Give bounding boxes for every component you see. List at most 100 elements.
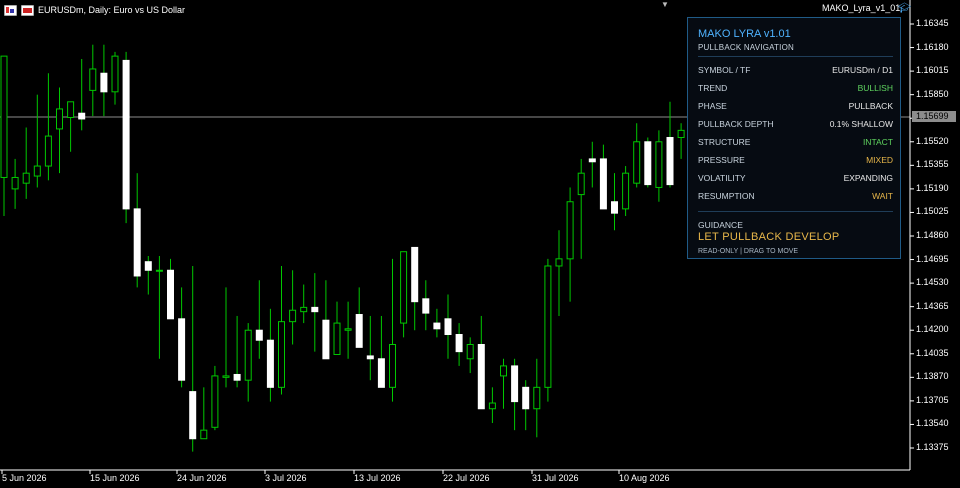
candle — [200, 387, 208, 440]
candle-body — [599, 158, 607, 210]
price-tick-label: 1.16345 — [916, 18, 949, 28]
candle-body — [222, 375, 230, 378]
price-tick-label: 1.15190 — [916, 182, 949, 193]
price-tick-label: 1.16180 — [916, 41, 949, 52]
date-tick-label: 5 Jun 2026 — [2, 473, 47, 483]
price-tick-label: 1.14860 — [916, 230, 949, 240]
panel-subtitle: PULLBACK NAVIGATION — [698, 43, 794, 52]
price-tick-label: 1.13540 — [916, 418, 949, 429]
candle-body — [189, 391, 197, 440]
candle — [455, 323, 463, 366]
candle-body — [411, 246, 419, 303]
candle-body — [622, 172, 630, 210]
candle-body — [422, 298, 430, 314]
row-structure: STRUCTURE INTACT — [698, 137, 893, 151]
price-tick-label: 1.14695 — [916, 253, 949, 264]
flag-icon — [4, 4, 17, 16]
candle — [44, 73, 52, 181]
candle-body — [266, 339, 274, 388]
candle — [22, 127, 30, 199]
flag-icon — [21, 4, 34, 16]
candle — [155, 255, 163, 359]
row-value: EXPANDING — [843, 173, 893, 183]
candle-body — [544, 265, 552, 388]
candle-body — [289, 309, 297, 323]
candle-body — [466, 343, 474, 360]
row-value: PULLBACK — [848, 101, 893, 111]
price-tick-label: 1.14200 — [916, 324, 949, 335]
candle — [433, 308, 441, 338]
candle-body — [644, 141, 652, 186]
candle-body — [78, 112, 86, 120]
candle-body — [588, 158, 596, 163]
candle — [178, 287, 186, 388]
date-tick-label: 24 Jun 2026 — [177, 473, 227, 483]
candle-body — [522, 386, 530, 410]
candle — [411, 246, 419, 331]
row-value: WAIT — [872, 191, 893, 201]
candle — [244, 323, 252, 402]
candle — [533, 358, 541, 438]
candle-body — [255, 329, 263, 341]
expert-advisor-name[interactable]: MAKO_Lyra_v1_01 — [822, 3, 900, 13]
candle — [644, 137, 652, 188]
guidance-label: GUIDANCE — [698, 220, 743, 230]
candle-body — [0, 55, 8, 178]
candle-body — [389, 343, 396, 388]
price-tick-label: 1.14365 — [916, 300, 949, 311]
candle — [311, 273, 319, 352]
date-tick-label: 13 Jul 2026 — [354, 473, 401, 483]
candle — [189, 265, 197, 452]
price-tick-label: 1.13375 — [916, 442, 949, 452]
candle — [333, 301, 341, 355]
candle-body — [155, 269, 163, 272]
candle-body — [611, 201, 618, 214]
candle — [344, 301, 352, 359]
candle — [78, 58, 86, 131]
guidance-value: LET PULLBACK DEVELOP — [698, 231, 840, 243]
candle-body — [300, 306, 308, 313]
candle-body — [33, 165, 41, 177]
row-phase: PHASE PULLBACK — [698, 101, 893, 115]
row-key: STRUCTURE — [698, 137, 751, 147]
mako-lyra-panel[interactable]: MAKO LYRA v1.01 PULLBACK NAVIGATION SYMB… — [687, 17, 901, 259]
candle-body — [655, 141, 663, 188]
candle — [488, 387, 496, 424]
candle-body — [211, 375, 219, 428]
row-trend: TREND BULLISH — [698, 83, 893, 97]
row-resumption: RESUMPTION WAIT — [698, 191, 893, 205]
price-tick-label: 1.13870 — [916, 371, 949, 382]
row-key: VOLATILITY — [698, 173, 746, 183]
date-tick-label: 15 Jun 2026 — [90, 473, 140, 483]
candle — [622, 166, 630, 217]
date-tick-label: 22 Jul 2026 — [443, 473, 490, 483]
candle — [666, 101, 674, 188]
candle — [466, 337, 474, 374]
candle — [511, 358, 519, 431]
candle-body — [200, 429, 208, 440]
candle — [588, 141, 596, 188]
candle — [611, 173, 618, 231]
candle — [577, 158, 585, 259]
candle-body — [344, 328, 352, 331]
row-value: BULLISH — [857, 83, 893, 93]
chart-header: EURUSDm, Daily: Euro vs US Dollar — [4, 3, 185, 17]
candle-body — [167, 269, 174, 320]
panel-footer: READ-ONLY | DRAG TO MOVE — [698, 248, 799, 255]
price-tick-label: 1.15355 — [916, 159, 949, 170]
graduation-cap-icon: 🎓︎ — [898, 3, 911, 14]
candle-body — [355, 314, 363, 348]
date-tick-label: 10 Aug 2026 — [619, 473, 670, 483]
candle-body — [44, 135, 52, 167]
row-key: PRESSURE — [698, 155, 745, 165]
candle-body — [511, 365, 519, 403]
row-symbol-tf: SYMBOL / TF EURUSDm / D1 — [698, 65, 893, 79]
candle — [289, 270, 297, 345]
candle — [222, 287, 230, 388]
price-tick-label: 1.14530 — [916, 277, 949, 288]
row-value: INTACT — [862, 137, 893, 147]
candle-body — [566, 201, 574, 260]
candle-body — [677, 129, 685, 138]
candle-body — [67, 101, 75, 119]
row-key: TREND — [698, 83, 728, 93]
